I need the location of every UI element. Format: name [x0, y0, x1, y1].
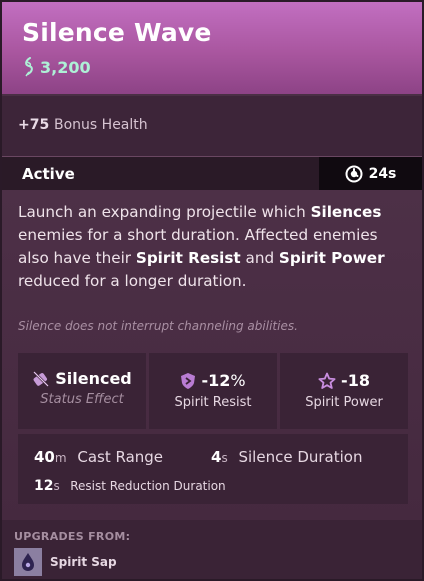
- stat-spirit-power: -18 Spirit Power: [280, 353, 408, 429]
- desc-text: Launch an expanding projectile which: [18, 203, 311, 221]
- active-label: Active: [22, 165, 75, 183]
- bonus-stat-row: +75 Bonus Health: [2, 96, 422, 156]
- upgrades-title: UPGRADES FROM:: [14, 530, 131, 543]
- spirit-resist-number: -12: [201, 371, 231, 390]
- cooldown-value: 24s: [368, 165, 397, 182]
- bonus-health-label: Bonus Health: [54, 117, 148, 133]
- souls-icon: [25, 57, 33, 77]
- cooldown-badge: 24s: [319, 157, 422, 190]
- cast-range-unit: m: [54, 451, 67, 465]
- star-icon: [318, 372, 336, 389]
- stat-silenced-sub: Status Effect: [40, 392, 124, 407]
- desc-keyword-spirit-resist: Spirit Resist: [135, 249, 241, 267]
- silence-duration-label: Silence Duration: [238, 448, 363, 466]
- resist-reduction-label: Resist Reduction Duration: [70, 479, 226, 493]
- silence-icon: [33, 370, 50, 387]
- resist-reduction-value: 12: [34, 478, 54, 494]
- desc-keyword-spirit-power: Spirit Power: [278, 249, 385, 267]
- desc-keyword-silences: Silences: [310, 203, 382, 221]
- stats-grid: Silenced Status Effect -12% Spirit Resis…: [18, 353, 408, 504]
- active-body: Launch an expanding projectile which Sil…: [2, 190, 422, 520]
- upgrade-item-label: Spirit Sap: [50, 555, 117, 569]
- cost-value: 3,200: [40, 57, 91, 77]
- stat-silenced: Silenced Status Effect: [18, 353, 146, 429]
- upgrades-from-section: UPGRADES FROM: Spirit Sap: [2, 520, 422, 579]
- resist-reduction-unit: s: [53, 479, 60, 493]
- ability-description: Launch an expanding projectile which Sil…: [18, 201, 410, 293]
- silence-duration-unit: s: [221, 451, 228, 465]
- stat-spirit-power-value: -18: [341, 371, 370, 390]
- spirit-resist-unit: %: [230, 371, 246, 390]
- item-title: Silence Wave: [22, 18, 212, 47]
- spirit-sap-icon: [14, 548, 42, 576]
- prop-cast-range: 40m Cast Range: [34, 448, 163, 466]
- active-section-header: Active 24s: [2, 156, 422, 190]
- cast-range-value: 40: [34, 448, 55, 466]
- cooldown-icon: [345, 165, 363, 182]
- stat-spirit-resist-value: -12%: [201, 371, 245, 390]
- prop-silence-duration: 4s Silence Duration: [211, 448, 362, 466]
- ability-properties: 40m Cast Range 4s Silence Duration 12s R…: [18, 434, 408, 504]
- bonus-health-value: +75: [18, 117, 50, 133]
- upgrade-item-spirit-sap[interactable]: Spirit Sap: [14, 548, 117, 576]
- ability-note: Silence does not interrupt channeling ab…: [18, 319, 298, 333]
- stat-spirit-resist: -12% Spirit Resist: [149, 353, 277, 429]
- item-cost: 3,200: [22, 57, 91, 77]
- stat-silenced-label: Silenced: [55, 369, 132, 388]
- desc-text: and: [240, 249, 279, 267]
- silence-duration-value: 4: [211, 448, 222, 466]
- stat-spirit-power-label: Spirit Power: [305, 395, 383, 410]
- item-tooltip: Silence Wave 3,200 +75 Bonus Health Acti…: [0, 0, 424, 581]
- stat-spirit-resist-label: Spirit Resist: [174, 395, 252, 410]
- cast-range-label: Cast Range: [77, 448, 164, 466]
- prop-resist-reduction: 12s Resist Reduction Duration: [34, 478, 226, 494]
- desc-text: reduced for a longer duration.: [18, 272, 247, 290]
- tooltip-header: Silence Wave 3,200: [2, 2, 422, 94]
- shield-icon: [181, 372, 196, 389]
